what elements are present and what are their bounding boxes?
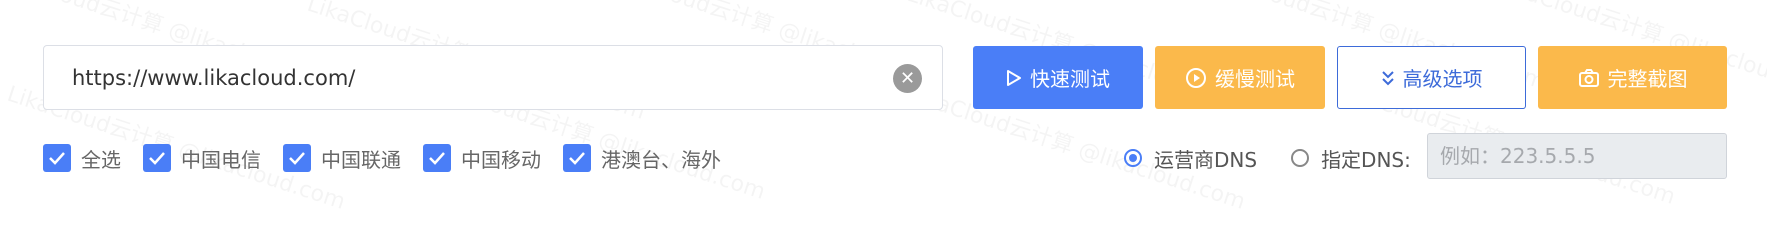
radio-isp-dns[interactable]: 运营商DNS	[1124, 144, 1257, 173]
carrier-checkbox-group: 全选 中国电信 中国联通 中国移动 港澳台、海外	[43, 143, 743, 173]
full-screenshot-button[interactable]: 完整截图	[1538, 46, 1727, 109]
play-circle-icon	[1185, 67, 1207, 89]
url-field: ✕	[43, 45, 943, 110]
radio-label: 运营商DNS	[1154, 147, 1258, 172]
checkbox-label: 中国移动	[461, 147, 541, 172]
play-icon	[1006, 69, 1022, 87]
double-chevron-down-icon	[1381, 70, 1395, 86]
checkbox-select-all[interactable]: 全选	[43, 144, 121, 173]
radio-custom-dns[interactable]: 指定DNS:	[1291, 144, 1411, 173]
dns-radio-group: 运营商DNS 指定DNS:	[1124, 143, 1445, 173]
full-screenshot-label: 完整截图	[1607, 67, 1688, 91]
clear-icon[interactable]: ✕	[893, 64, 922, 93]
checkbox-china-telecom[interactable]: 中国电信	[143, 144, 261, 173]
slow-test-label: 缓慢测试	[1215, 67, 1295, 91]
checkbox-china-mobile[interactable]: 中国移动	[423, 144, 541, 173]
checkbox-china-unicom[interactable]: 中国联通	[283, 144, 401, 173]
quick-test-label: 快速测试	[1030, 67, 1110, 91]
checkbox-label: 中国电信	[181, 147, 261, 172]
radio-selected-icon	[1124, 149, 1142, 167]
check-icon	[283, 144, 311, 172]
check-icon	[563, 144, 591, 172]
radio-unselected-icon	[1291, 149, 1310, 167]
camera-icon	[1578, 68, 1600, 88]
advanced-options-button[interactable]: 高级选项	[1337, 46, 1526, 109]
checkbox-label: 港澳台、海外	[601, 147, 721, 172]
watermark-layer: LikaCloud云计算 @likacloud.com LikaCloud云计算…	[0, 0, 1767, 222]
checkbox-label: 中国联通	[321, 147, 401, 172]
checkbox-label: 全选	[81, 147, 121, 172]
slow-test-button[interactable]: 缓慢测试	[1155, 46, 1325, 109]
radio-label: 指定DNS:	[1321, 147, 1411, 172]
check-icon	[423, 144, 451, 172]
check-icon	[143, 144, 171, 172]
custom-dns-input[interactable]	[1427, 133, 1727, 179]
check-icon	[43, 144, 71, 172]
checkbox-hk-overseas[interactable]: 港澳台、海外	[563, 144, 721, 173]
quick-test-button[interactable]: 快速测试	[973, 46, 1143, 109]
advanced-options-label: 高级选项	[1402, 67, 1483, 91]
url-input[interactable]	[72, 65, 892, 90]
site-test-toolbar: LikaCloud云计算 @likacloud.com LikaCloud云计算…	[0, 0, 1767, 222]
